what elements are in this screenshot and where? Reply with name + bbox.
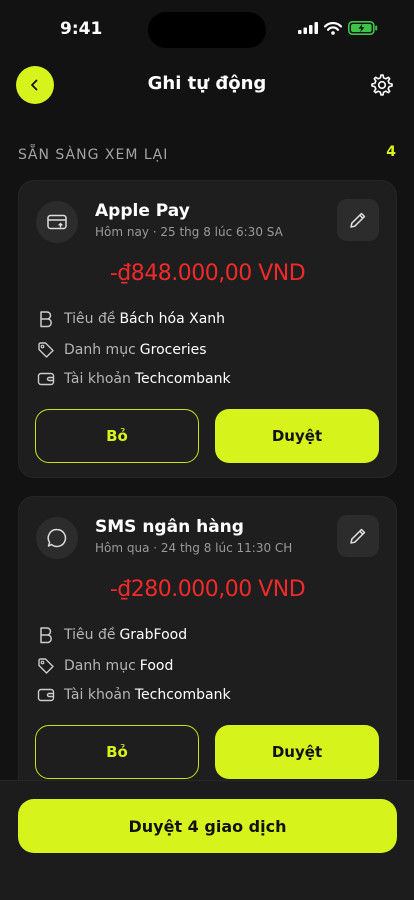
wallet-icon bbox=[36, 685, 56, 705]
pencil-icon bbox=[350, 212, 366, 228]
bold-b-icon bbox=[36, 625, 56, 645]
detail-label: Tài khoản bbox=[64, 687, 131, 703]
wallet-icon bbox=[36, 369, 56, 389]
detail-label: Danh mục bbox=[64, 658, 136, 674]
status-icons bbox=[298, 21, 378, 35]
detail-account: Tài khoản Techcombank bbox=[36, 369, 231, 389]
detail-title: Tiêu đề GrabFood bbox=[36, 625, 187, 645]
credit-card-icon bbox=[47, 214, 67, 230]
pencil-icon bbox=[350, 528, 366, 544]
bottom-action-bar: Duyệt 4 giao dịch bbox=[0, 780, 414, 900]
message-bubble-icon bbox=[47, 528, 67, 548]
transaction-card: Apple Pay Hôm nay · 25 thg 8 lúc 6:30 SA… bbox=[18, 180, 397, 478]
detail-label: Tiêu đề bbox=[64, 311, 116, 327]
settings-button[interactable] bbox=[370, 73, 394, 97]
detail-label: Tài khoản bbox=[64, 371, 131, 387]
tag-icon bbox=[36, 656, 56, 676]
detail-value: Food bbox=[139, 658, 174, 674]
battery-charging-icon bbox=[348, 21, 378, 35]
page-title: Ghi tự động bbox=[147, 73, 267, 94]
edit-button[interactable] bbox=[337, 515, 379, 557]
transaction-date: Hôm nay · 25 thg 8 lúc 6:30 SA bbox=[95, 225, 283, 239]
tag-icon bbox=[36, 340, 56, 360]
detail-value: GrabFood bbox=[119, 627, 188, 643]
pending-count-badge: 4 bbox=[386, 144, 396, 160]
transaction-amount: -₫848.000,00 VND bbox=[109, 261, 306, 286]
skip-button[interactable]: Bỏ bbox=[35, 409, 199, 463]
signal-icon bbox=[298, 22, 318, 34]
detail-value: Techcombank bbox=[134, 371, 231, 387]
transaction-card: SMS ngân hàng Hôm qua · 24 thg 8 lúc 11:… bbox=[18, 496, 397, 794]
skip-button[interactable]: Bỏ bbox=[35, 725, 199, 779]
detail-label: Danh mục bbox=[64, 342, 136, 358]
transaction-source: Apple Pay bbox=[95, 201, 190, 221]
card-source-icon bbox=[36, 517, 78, 559]
gear-icon bbox=[371, 74, 393, 96]
approve-button[interactable]: Duyệt bbox=[215, 409, 379, 463]
detail-category: Danh mục Food bbox=[36, 656, 173, 676]
transaction-source: SMS ngân hàng bbox=[95, 517, 244, 537]
transaction-date: Hôm qua · 24 thg 8 lúc 11:30 CH bbox=[95, 541, 293, 555]
edit-button[interactable] bbox=[337, 199, 379, 241]
detail-account: Tài khoản Techcombank bbox=[36, 685, 231, 705]
section-header: SẴN SÀNG XEM LẠI 4 bbox=[18, 144, 396, 164]
bold-b-icon bbox=[36, 309, 56, 329]
detail-value: Groceries bbox=[139, 342, 207, 358]
detail-value: Techcombank bbox=[134, 687, 231, 703]
dynamic-island bbox=[148, 12, 266, 48]
header: Ghi tự động bbox=[0, 64, 414, 108]
approve-button[interactable]: Duyệt bbox=[215, 725, 379, 779]
approve-all-button[interactable]: Duyệt 4 giao dịch bbox=[18, 799, 397, 853]
transaction-amount: -₫280.000,00 VND bbox=[109, 577, 306, 602]
detail-label: Tiêu đề bbox=[64, 627, 116, 643]
detail-value: Bách hóa Xanh bbox=[119, 311, 226, 327]
section-title: SẴN SÀNG XEM LẠI bbox=[18, 147, 169, 163]
status-time: 9:41 bbox=[60, 19, 103, 39]
status-bar: 9:41 bbox=[0, 0, 414, 60]
wifi-icon bbox=[324, 21, 342, 35]
card-source-icon bbox=[36, 201, 78, 243]
detail-category: Danh mục Groceries bbox=[36, 340, 207, 360]
detail-title: Tiêu đề Bách hóa Xanh bbox=[36, 309, 225, 329]
